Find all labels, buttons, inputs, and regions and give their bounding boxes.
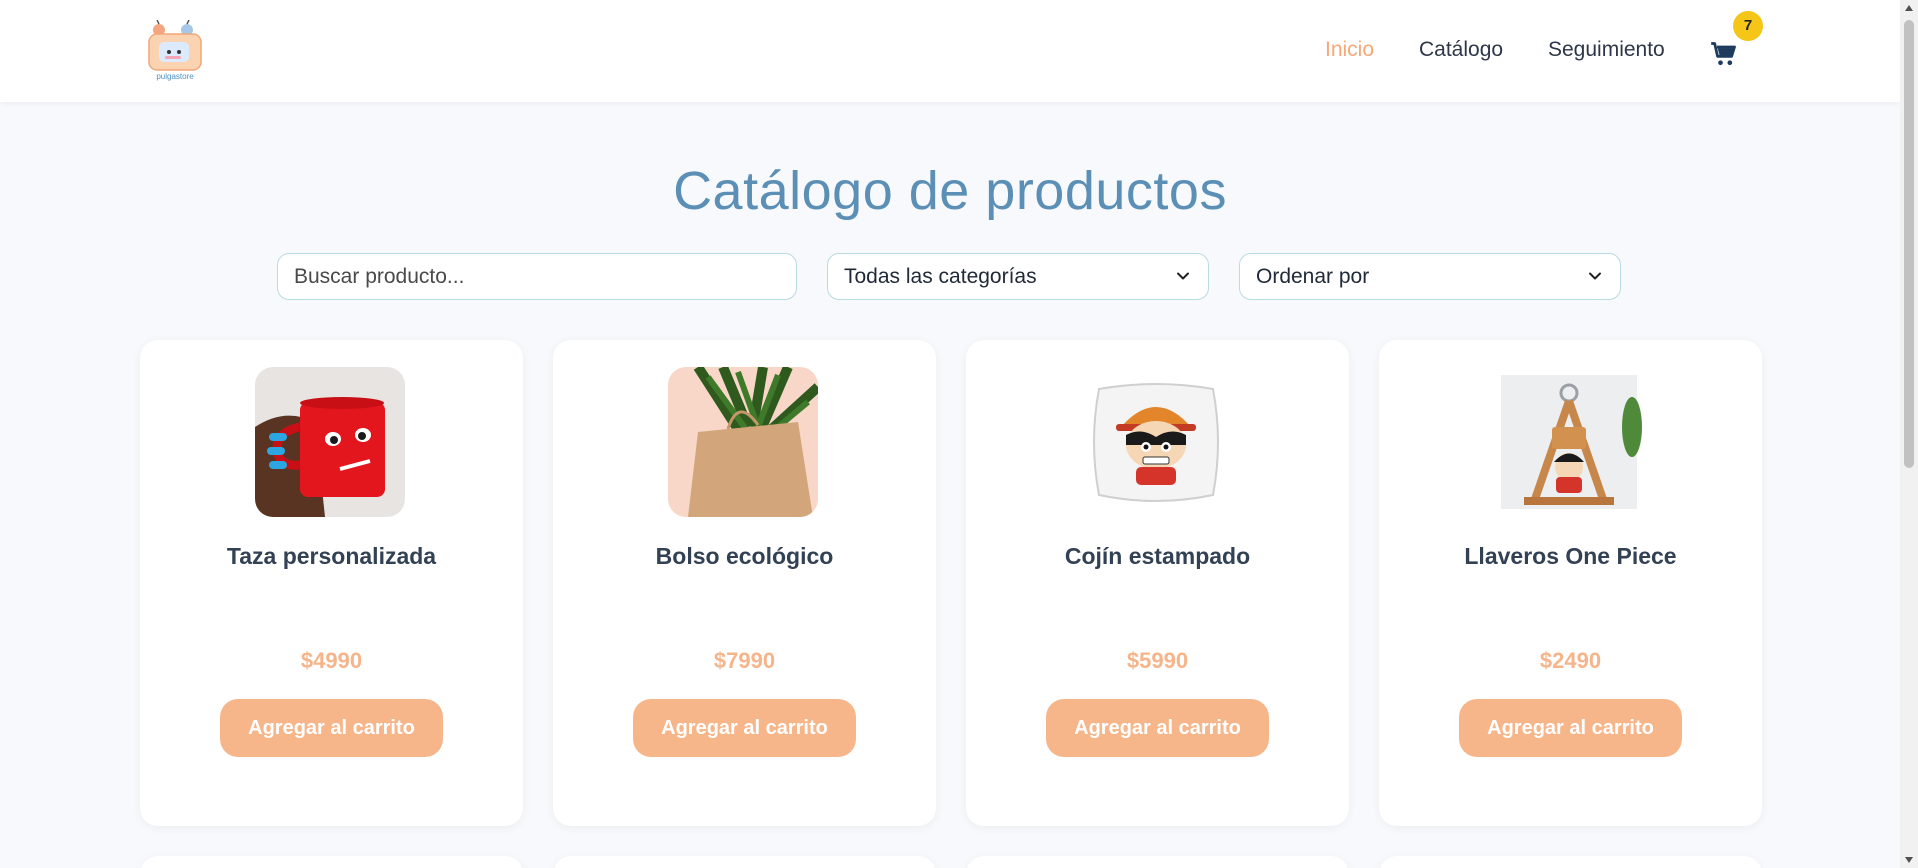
pulgastore-logo[interactable]: pulgastore bbox=[145, 19, 205, 82]
product-name: Cojín estampado bbox=[1064, 543, 1251, 569]
add-to-cart-button[interactable]: Agregar al carrito bbox=[1046, 699, 1269, 757]
product-name: Llaveros One Piece bbox=[1464, 543, 1677, 569]
add-to-cart-button[interactable]: Agregar al carrito bbox=[633, 699, 856, 757]
nav-seguimiento[interactable]: Seguimiento bbox=[1548, 38, 1665, 62]
cart-icon[interactable] bbox=[1710, 40, 1738, 68]
nav-catalogo[interactable]: Catálogo bbox=[1419, 38, 1503, 62]
category-select[interactable]: Todas las categorías bbox=[827, 253, 1209, 300]
product-price: $2490 bbox=[1539, 648, 1602, 673]
chevron-down-icon bbox=[1177, 272, 1189, 280]
product-price: $7990 bbox=[713, 648, 776, 673]
add-to-cart-button[interactable]: Agregar al carrito bbox=[1459, 699, 1682, 757]
cart-count-badge: 7 bbox=[1733, 11, 1763, 41]
scroll-down-arrow-icon[interactable] bbox=[1904, 856, 1914, 864]
chevron-down-icon bbox=[1589, 272, 1601, 280]
scroll-up-arrow-icon[interactable] bbox=[1904, 4, 1914, 12]
scrollbar-thumb[interactable] bbox=[1904, 20, 1914, 468]
product-card: Cojín estampado $5990 Agregar al carrito bbox=[966, 340, 1349, 826]
product-card bbox=[553, 856, 936, 868]
category-select-value: Todas las categorías bbox=[844, 264, 1037, 288]
product-image-keychain bbox=[1494, 367, 1644, 517]
page-scrollbar[interactable] bbox=[1900, 0, 1918, 868]
product-name: Bolso ecológico bbox=[655, 543, 834, 569]
page-title: Catálogo de productos bbox=[673, 161, 1227, 221]
product-image-red-mug bbox=[255, 367, 405, 517]
product-card: Llaveros One Piece $2490 Agregar al carr… bbox=[1379, 340, 1762, 826]
product-card: Taza personalizada $4990 Agregar al carr… bbox=[140, 340, 523, 826]
product-name: Taza personalizada bbox=[226, 543, 437, 569]
product-card bbox=[966, 856, 1349, 868]
sort-select[interactable]: Ordenar por bbox=[1239, 253, 1621, 300]
product-card bbox=[140, 856, 523, 868]
product-card: Bolso ecológico $7990 Agregar al carrito bbox=[553, 340, 936, 826]
product-image-paper-bag bbox=[668, 367, 818, 517]
logo-wordmark: pulgastore bbox=[156, 72, 194, 81]
product-price: $4990 bbox=[300, 648, 363, 673]
nav-inicio[interactable]: Inicio bbox=[1325, 38, 1374, 62]
product-card bbox=[1379, 856, 1762, 868]
product-price: $5990 bbox=[1126, 648, 1189, 673]
search-input[interactable] bbox=[294, 264, 780, 289]
product-image-printed-cushion bbox=[1081, 367, 1231, 517]
search-field[interactable] bbox=[277, 253, 797, 300]
site-header: pulgastore Inicio Catálogo Seguimiento 7 bbox=[0, 0, 1900, 102]
add-to-cart-button[interactable]: Agregar al carrito bbox=[220, 699, 443, 757]
sort-select-value: Ordenar por bbox=[1256, 264, 1370, 288]
